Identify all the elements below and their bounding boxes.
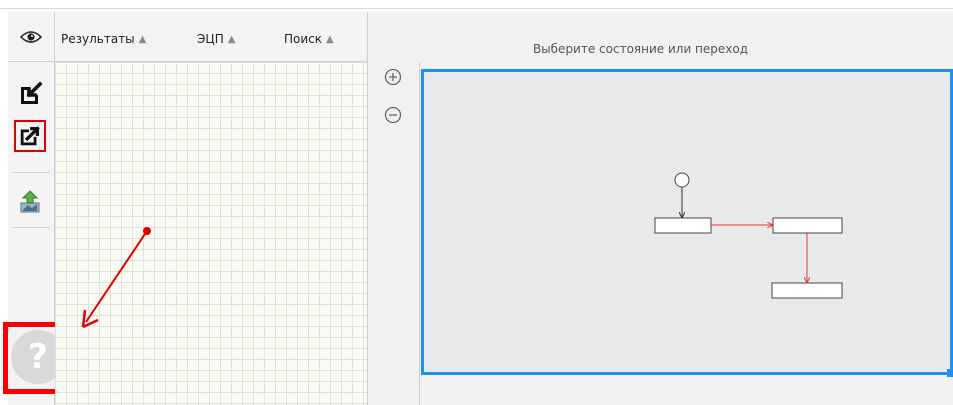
workflow-diagram <box>654 172 843 299</box>
toolbar-divider <box>12 227 50 228</box>
zoom-in-icon <box>384 68 402 86</box>
tab-label: Результаты <box>61 32 135 46</box>
chevron-up-icon: ▲ <box>326 33 334 45</box>
export-icon <box>20 126 40 146</box>
export-button[interactable] <box>14 120 46 152</box>
zoom-controls <box>368 62 420 405</box>
help-label: ? <box>28 337 48 377</box>
chevron-up-icon: ▲ <box>138 33 147 45</box>
workflow-editor: ? Результаты ▲ ЭЦП ▲ Поиск ▲ Выберите со… <box>0 0 953 405</box>
diagram-area: Выберите состояние или переход <box>368 12 953 405</box>
tab-search[interactable]: Поиск ▲ <box>284 32 334 46</box>
import-button[interactable] <box>14 78 46 110</box>
state-node-3[interactable] <box>771 282 843 299</box>
upload-icon <box>20 190 40 213</box>
zoom-out-icon <box>384 106 402 124</box>
grid-area[interactable] <box>55 62 367 405</box>
diagram-canvas[interactable] <box>421 69 953 375</box>
tab-signature[interactable]: ЭЦП ▲ <box>197 32 235 46</box>
tab-label: Поиск <box>284 32 323 46</box>
selection-prompt: Выберите состояние или переход <box>532 42 749 56</box>
toggle-visibility-button[interactable] <box>8 12 54 62</box>
canvas-resize-handle[interactable] <box>947 369 953 377</box>
side-panel: Результаты ▲ ЭЦП ▲ Поиск ▲ <box>55 12 368 405</box>
upload-button[interactable] <box>14 185 46 217</box>
zoom-out-button[interactable] <box>383 105 403 125</box>
panel-tabs: Результаты ▲ ЭЦП ▲ Поиск ▲ <box>55 12 367 62</box>
start-node[interactable] <box>674 172 690 188</box>
state-node-1[interactable] <box>654 217 712 234</box>
tab-label: ЭЦП <box>197 32 224 46</box>
chevron-up-icon: ▲ <box>227 33 236 45</box>
eye-icon <box>20 30 42 43</box>
zoom-in-button[interactable] <box>383 67 403 87</box>
window-top-border <box>0 0 953 9</box>
tab-results[interactable]: Результаты ▲ <box>61 32 146 46</box>
toolbar-divider <box>12 172 50 173</box>
import-icon <box>21 81 43 104</box>
state-node-2[interactable] <box>772 217 843 234</box>
